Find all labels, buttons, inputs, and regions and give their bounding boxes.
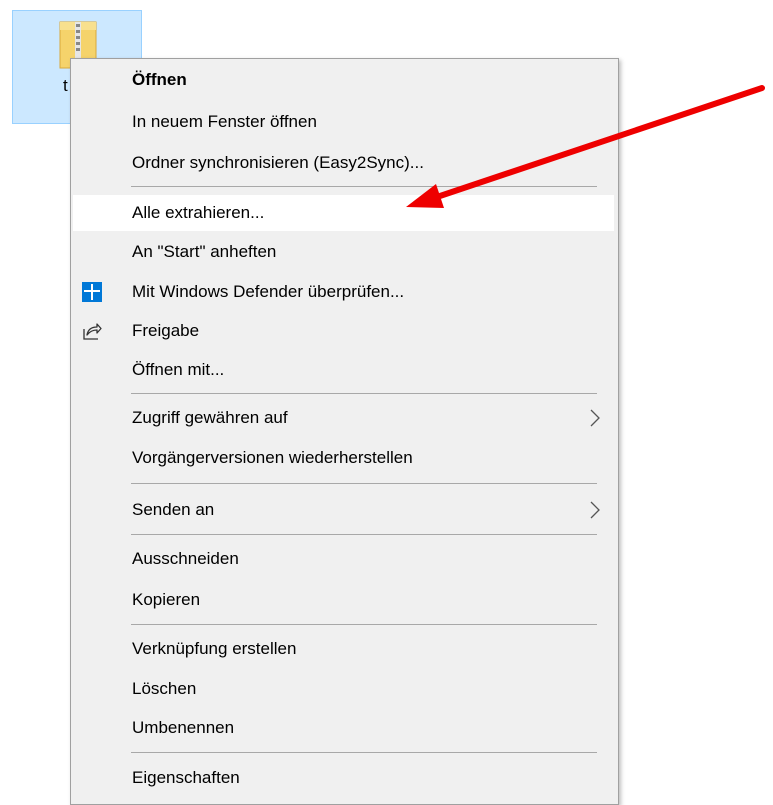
annotation-arrow xyxy=(406,85,765,208)
